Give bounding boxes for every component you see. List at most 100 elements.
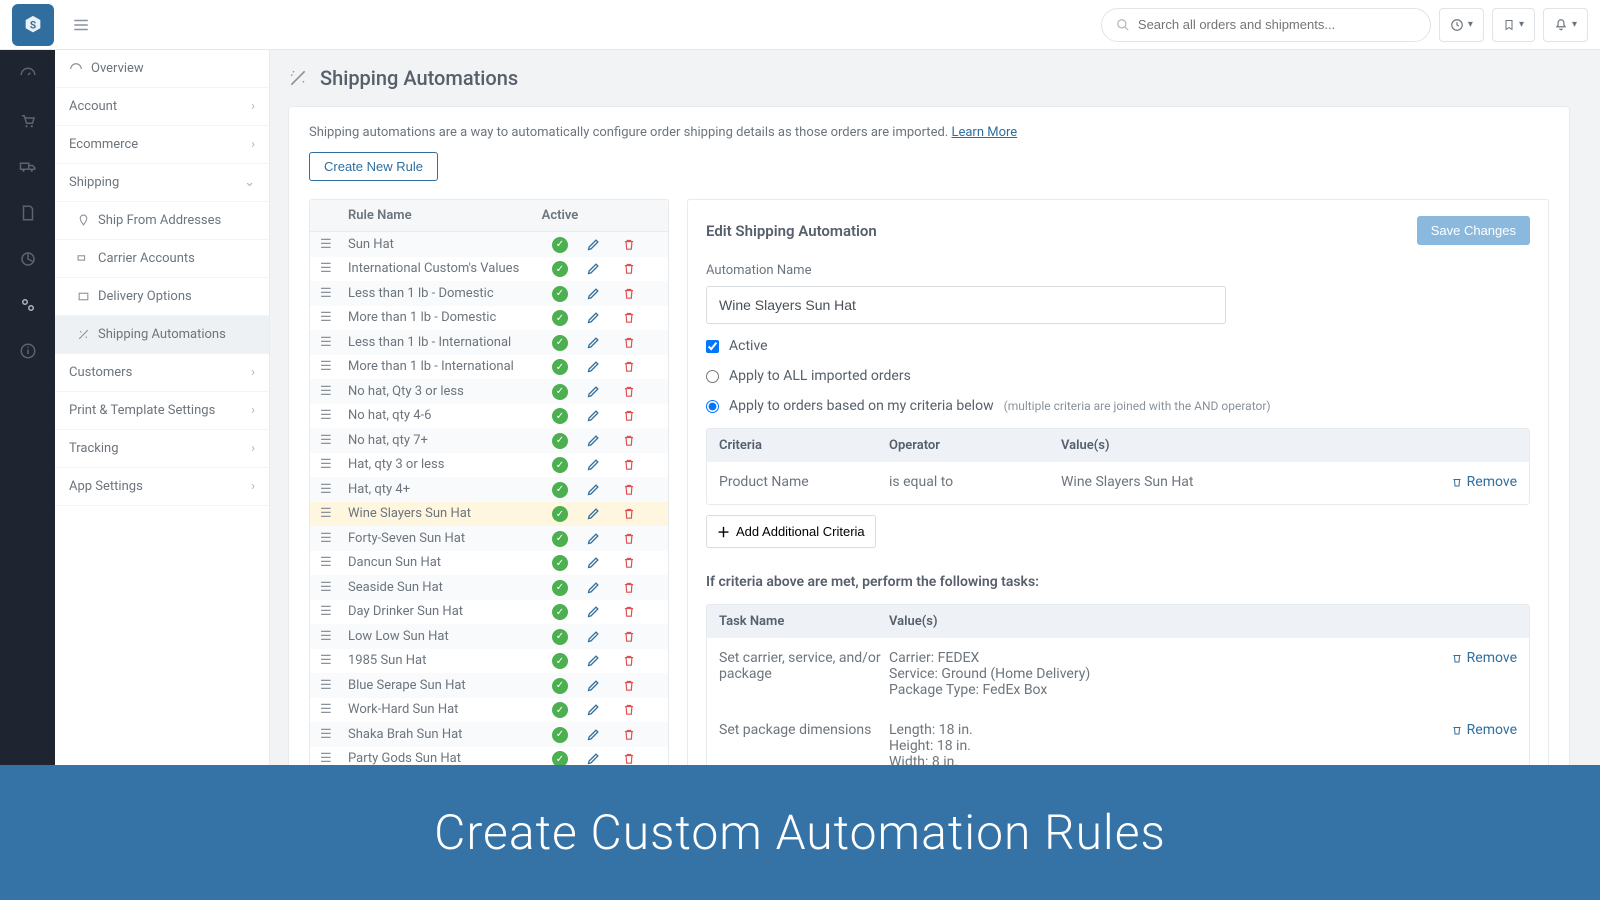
drag-handle-icon[interactable]: ☰ [320,702,348,717]
edit-rule-button[interactable] [586,359,622,374]
edit-rule-button[interactable] [586,604,622,619]
rail-settings-icon[interactable] [17,294,39,316]
save-changes-button[interactable]: Save Changes [1417,216,1530,245]
rule-row[interactable]: ☰ Shaka Brah Sun Hat ✓ [310,722,668,747]
drag-handle-icon[interactable]: ☰ [320,604,348,619]
rail-info-icon[interactable] [17,340,39,362]
delete-rule-button[interactable] [622,604,658,619]
delete-rule-button[interactable] [622,727,658,742]
rail-cart-icon[interactable] [17,110,39,132]
delete-rule-button[interactable] [622,433,658,448]
drag-handle-icon[interactable]: ☰ [320,580,348,595]
edit-rule-button[interactable] [586,629,622,644]
edit-rule-button[interactable] [586,506,622,521]
rule-row[interactable]: ☰ No hat, Qty 3 or less ✓ [310,379,668,404]
edit-rule-button[interactable] [586,702,622,717]
delete-rule-button[interactable] [622,457,658,472]
edit-rule-button[interactable] [586,580,622,595]
rule-row[interactable]: ☰ Seaside Sun Hat ✓ [310,575,668,600]
sidebar-overview[interactable]: Overview [55,50,269,88]
delete-rule-button[interactable] [622,384,658,399]
sidebar-print-template[interactable]: Print & Template Settings› [55,392,269,430]
edit-rule-button[interactable] [586,482,622,497]
edit-rule-button[interactable] [586,433,622,448]
apply-criteria-radio[interactable] [706,400,719,413]
delete-rule-button[interactable] [622,751,658,766]
sidebar-delivery-options[interactable]: Delivery Options [55,278,269,316]
edit-rule-button[interactable] [586,408,622,423]
activity-button[interactable]: ▾ [1439,8,1484,42]
delete-rule-button[interactable] [622,506,658,521]
edit-rule-button[interactable] [586,727,622,742]
menu-toggle-icon[interactable] [72,16,90,34]
drag-handle-icon[interactable]: ☰ [320,310,348,325]
sidebar-ship-from[interactable]: Ship From Addresses [55,202,269,240]
drag-handle-icon[interactable]: ☰ [320,629,348,644]
drag-handle-icon[interactable]: ☰ [320,433,348,448]
drag-handle-icon[interactable]: ☰ [320,555,348,570]
remove-criteria-button[interactable]: Remove [1451,474,1517,490]
rule-row[interactable]: ☰ 1985 Sun Hat ✓ [310,649,668,674]
drag-handle-icon[interactable]: ☰ [320,359,348,374]
rule-row[interactable]: ☰ Low Low Sun Hat ✓ [310,624,668,649]
rule-row[interactable]: ☰ No hat, qty 4-6 ✓ [310,404,668,429]
global-search[interactable] [1101,8,1431,42]
delete-rule-button[interactable] [622,335,658,350]
edit-rule-button[interactable] [586,384,622,399]
rule-row[interactable]: ☰ Wine Slayers Sun Hat ✓ [310,502,668,527]
sidebar-carrier-accounts[interactable]: Carrier Accounts [55,240,269,278]
delete-rule-button[interactable] [622,310,658,325]
rail-truck-icon[interactable] [17,156,39,178]
delete-rule-button[interactable] [622,702,658,717]
rail-document-icon[interactable] [17,202,39,224]
remove-task-button[interactable]: Remove [1451,650,1517,666]
rule-row[interactable]: ☰ International Custom's Values ✓ [310,257,668,282]
drag-handle-icon[interactable]: ☰ [320,531,348,546]
delete-rule-button[interactable] [622,408,658,423]
drag-handle-icon[interactable]: ☰ [320,261,348,276]
rule-row[interactable]: ☰ Less than 1 lb - Domestic ✓ [310,281,668,306]
create-rule-button[interactable]: Create New Rule [309,152,438,181]
automation-name-input[interactable] [706,286,1226,324]
edit-rule-button[interactable] [586,261,622,276]
delete-rule-button[interactable] [622,678,658,693]
rule-row[interactable]: ☰ Day Drinker Sun Hat ✓ [310,600,668,625]
delete-rule-button[interactable] [622,261,658,276]
drag-handle-icon[interactable]: ☰ [320,727,348,742]
rule-row[interactable]: ☰ Work-Hard Sun Hat ✓ [310,698,668,723]
rule-row[interactable]: ☰ Hat, qty 4+ ✓ [310,477,668,502]
sidebar-app-settings[interactable]: App Settings› [55,468,269,506]
delete-rule-button[interactable] [622,286,658,301]
rule-row[interactable]: ☰ Less than 1 lb - International ✓ [310,330,668,355]
sidebar-customers[interactable]: Customers› [55,354,269,392]
drag-handle-icon[interactable]: ☰ [320,506,348,521]
drag-handle-icon[interactable]: ☰ [320,286,348,301]
edit-rule-button[interactable] [586,237,622,252]
rule-row[interactable]: ☰ Dancun Sun Hat ✓ [310,551,668,576]
sidebar-ecommerce[interactable]: Ecommerce› [55,126,269,164]
rule-row[interactable]: ☰ Blue Serape Sun Hat ✓ [310,673,668,698]
delete-rule-button[interactable] [622,580,658,595]
rule-row[interactable]: ☰ Forty-Seven Sun Hat ✓ [310,526,668,551]
learn-more-link[interactable]: Learn More [951,125,1017,140]
drag-handle-icon[interactable]: ☰ [320,384,348,399]
rail-dashboard-icon[interactable] [17,64,39,86]
active-checkbox[interactable] [706,340,719,353]
drag-handle-icon[interactable]: ☰ [320,457,348,472]
add-criteria-button[interactable]: ＋ Add Additional Criteria [706,515,876,548]
edit-rule-button[interactable] [586,310,622,325]
drag-handle-icon[interactable]: ☰ [320,408,348,423]
delete-rule-button[interactable] [622,482,658,497]
edit-rule-button[interactable] [586,678,622,693]
delete-rule-button[interactable] [622,555,658,570]
notifications-button[interactable]: ▾ [1543,8,1588,42]
edit-rule-button[interactable] [586,531,622,546]
rule-row[interactable]: ☰ Sun Hat ✓ [310,232,668,257]
search-input[interactable] [1138,17,1416,32]
app-logo[interactable]: S [12,4,54,46]
drag-handle-icon[interactable]: ☰ [320,237,348,252]
delete-rule-button[interactable] [622,629,658,644]
rule-row[interactable]: ☰ More than 1 lb - International ✓ [310,355,668,380]
remove-task-button[interactable]: Remove [1451,722,1517,738]
rule-row[interactable]: ☰ Hat, qty 3 or less ✓ [310,453,668,478]
